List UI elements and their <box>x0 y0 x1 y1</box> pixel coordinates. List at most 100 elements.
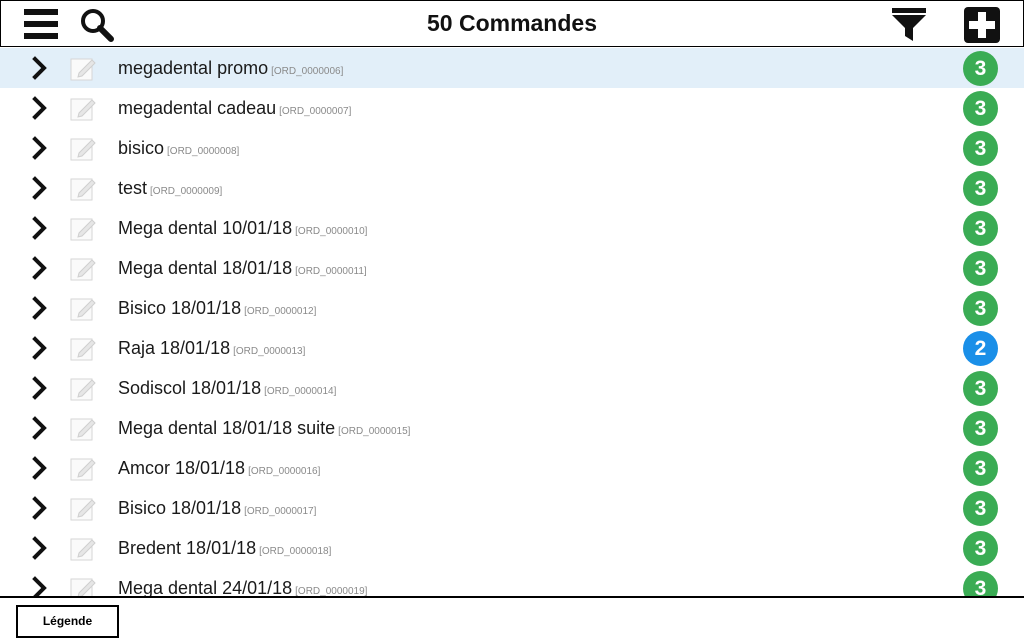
order-code: [ORD_0000012] <box>244 306 317 317</box>
order-label: megadental promo [ORD_0000006] <box>118 58 343 79</box>
order-row[interactable]: Mega dental 24/01/18 [ORD_0000019] 3 <box>0 568 1024 596</box>
legend-button[interactable]: Légende <box>16 605 119 638</box>
top-bar: 50 Commandes <box>0 0 1024 47</box>
order-name: megadental cadeau <box>118 98 277 118</box>
status-badge: 3 <box>963 371 998 406</box>
order-code: [ORD_0000015] <box>338 426 411 437</box>
status-badge: 2 <box>963 331 998 366</box>
status-badge: 3 <box>963 91 998 126</box>
status-badge: 3 <box>963 211 998 246</box>
status-badge: 3 <box>963 411 998 446</box>
chevron-right-icon[interactable] <box>28 576 52 596</box>
order-code: [ORD_0000008] <box>167 146 240 157</box>
order-row[interactable]: Mega dental 10/01/18 [ORD_0000010] 3 <box>0 208 1024 248</box>
order-row[interactable]: test [ORD_0000009] 3 <box>0 168 1024 208</box>
chevron-right-icon[interactable] <box>28 376 52 400</box>
chevron-right-icon[interactable] <box>28 136 52 160</box>
order-label: bisico [ORD_0000008] <box>118 138 239 159</box>
order-row[interactable]: Mega dental 18/01/18 [ORD_0000011] 3 <box>0 248 1024 288</box>
order-name: Raja 18/01/18 <box>118 338 231 358</box>
order-name: Bisico 18/01/18 <box>118 498 242 518</box>
chevron-right-icon[interactable] <box>28 296 52 320</box>
edit-icon[interactable] <box>70 56 96 82</box>
order-code: [ORD_0000010] <box>295 226 368 237</box>
edit-icon[interactable] <box>70 536 96 562</box>
chevron-right-icon[interactable] <box>28 536 52 560</box>
edit-icon[interactable] <box>70 576 96 596</box>
order-code: [ORD_0000017] <box>244 506 317 517</box>
order-code: [ORD_0000016] <box>248 466 321 477</box>
order-name: Mega dental 18/01/18 suite <box>118 418 336 438</box>
status-badge: 3 <box>963 51 998 86</box>
order-label: test [ORD_0000009] <box>118 178 222 199</box>
order-name: Bisico 18/01/18 <box>118 298 242 318</box>
order-label: Mega dental 18/01/18 suite [ORD_0000015] <box>118 418 410 439</box>
order-row[interactable]: Amcor 18/01/18 [ORD_0000016] 3 <box>0 448 1024 488</box>
status-badge: 3 <box>963 131 998 166</box>
chevron-right-icon[interactable] <box>28 416 52 440</box>
edit-icon[interactable] <box>70 456 96 482</box>
edit-icon[interactable] <box>70 376 96 402</box>
order-row[interactable]: megadental promo [ORD_0000006] 3 <box>0 48 1024 88</box>
edit-icon[interactable] <box>70 176 96 202</box>
order-code: [ORD_0000019] <box>295 586 368 596</box>
status-badge: 3 <box>963 451 998 486</box>
edit-icon[interactable] <box>70 496 96 522</box>
order-label: Bisico 18/01/18 [ORD_0000012] <box>118 298 316 319</box>
order-name: test <box>118 178 148 198</box>
order-row[interactable]: Bisico 18/01/18 [ORD_0000012] 3 <box>0 288 1024 328</box>
order-name: Mega dental 24/01/18 <box>118 578 293 596</box>
status-badge: 3 <box>963 291 998 326</box>
order-row[interactable]: Bredent 18/01/18 [ORD_0000018] 3 <box>0 528 1024 568</box>
order-name: Bredent 18/01/18 <box>118 538 257 558</box>
chevron-right-icon[interactable] <box>28 96 52 120</box>
plus-icon[interactable] <box>964 7 1000 48</box>
order-code: [ORD_0000011] <box>295 266 367 277</box>
order-row[interactable]: Mega dental 18/01/18 suite [ORD_0000015] 3 <box>0 408 1024 448</box>
edit-icon[interactable] <box>70 256 96 282</box>
status-badge: 3 <box>963 171 998 206</box>
order-name: Mega dental 10/01/18 <box>118 218 293 238</box>
order-label: Mega dental 24/01/18 [ORD_0000019] <box>118 578 367 596</box>
order-code: [ORD_0000018] <box>259 546 332 557</box>
order-code: [ORD_0000007] <box>279 106 352 117</box>
order-row[interactable]: Raja 18/01/18 [ORD_0000013] 2 <box>0 328 1024 368</box>
order-row[interactable]: Sodiscol 18/01/18 [ORD_0000014] 3 <box>0 368 1024 408</box>
chevron-right-icon[interactable] <box>28 336 52 360</box>
chevron-right-icon[interactable] <box>28 456 52 480</box>
chevron-right-icon[interactable] <box>28 56 52 80</box>
status-badge: 3 <box>963 571 998 596</box>
order-code: [ORD_0000014] <box>264 386 337 397</box>
order-name: Amcor 18/01/18 <box>118 458 246 478</box>
edit-icon[interactable] <box>70 296 96 322</box>
order-row[interactable]: bisico [ORD_0000008] 3 <box>0 128 1024 168</box>
page-title: 50 Commandes <box>426 10 597 36</box>
chevron-right-icon[interactable] <box>28 176 52 200</box>
order-list: megadental promo [ORD_0000006] 3 megadental… <box>0 48 1024 596</box>
order-name: Sodiscol 18/01/18 <box>118 378 262 398</box>
status-badge: 3 <box>963 491 998 526</box>
order-name: megadental promo <box>118 58 269 78</box>
filter-icon[interactable] <box>892 8 926 47</box>
chevron-right-icon[interactable] <box>28 216 52 240</box>
edit-icon[interactable] <box>70 336 96 362</box>
edit-icon[interactable] <box>70 216 96 242</box>
edit-icon[interactable] <box>70 416 96 442</box>
order-name: bisico <box>118 138 165 158</box>
status-badge: 3 <box>963 531 998 566</box>
edit-icon[interactable] <box>70 136 96 162</box>
order-label: Amcor 18/01/18 [ORD_0000016] <box>118 458 320 479</box>
order-label: Mega dental 10/01/18 [ORD_0000010] <box>118 218 367 239</box>
order-label: Bisico 18/01/18 [ORD_0000017] <box>118 498 316 519</box>
chevron-right-icon[interactable] <box>28 496 52 520</box>
order-label: Sodiscol 18/01/18 [ORD_0000014] <box>118 378 336 399</box>
order-row[interactable]: Bisico 18/01/18 [ORD_0000017] 3 <box>0 488 1024 528</box>
footer-bar: Légende <box>0 596 1024 643</box>
order-label: Mega dental 18/01/18 [ORD_0000011] <box>118 258 367 279</box>
edit-icon[interactable] <box>70 96 96 122</box>
order-row[interactable]: megadental cadeau [ORD_0000007] 3 <box>0 88 1024 128</box>
order-label: Bredent 18/01/18 [ORD_0000018] <box>118 538 331 559</box>
order-label: Raja 18/01/18 [ORD_0000013] <box>118 338 305 359</box>
chevron-right-icon[interactable] <box>28 256 52 280</box>
order-code: [ORD_0000009] <box>150 186 223 197</box>
